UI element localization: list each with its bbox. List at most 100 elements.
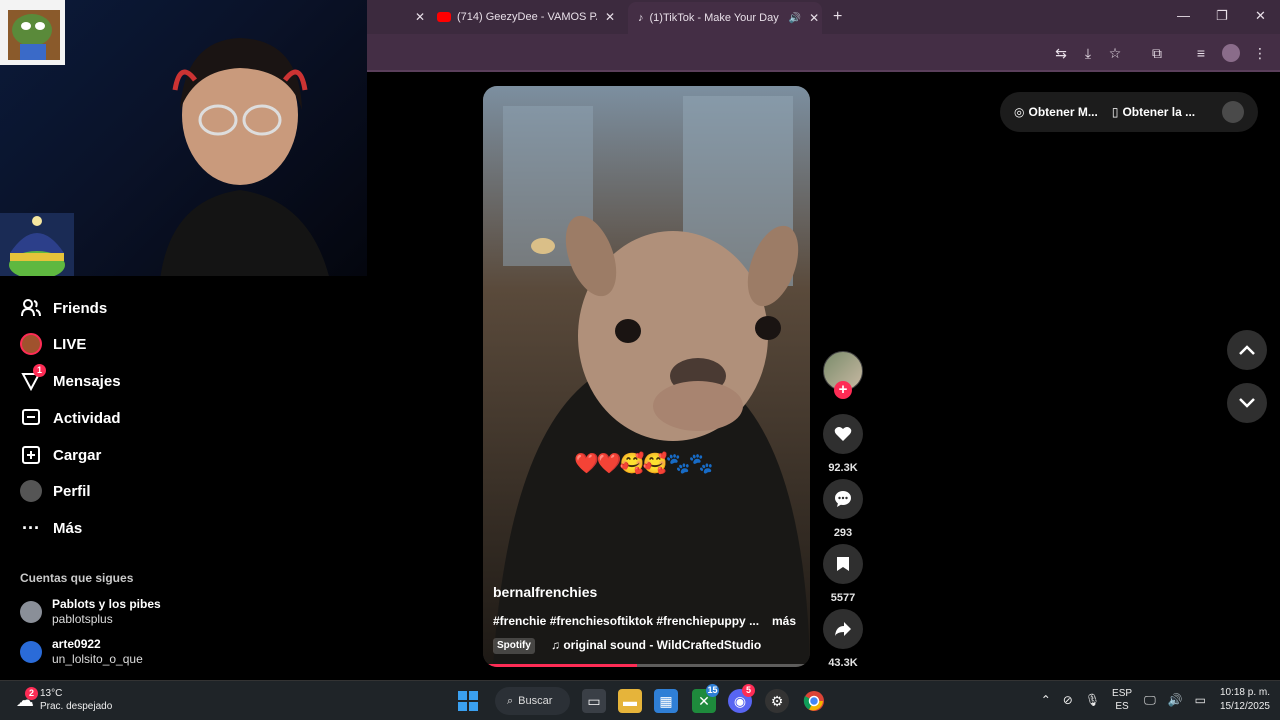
share-count: 43.3K bbox=[828, 657, 858, 669]
hidden-icon[interactable]: ⊘ bbox=[1063, 693, 1073, 707]
steam-icon[interactable]: ⚙ bbox=[765, 689, 789, 713]
volume-icon[interactable]: 🔊 bbox=[1168, 693, 1183, 707]
tab-title: (1)TikTok - Make Your Day bbox=[649, 12, 779, 24]
save-button[interactable]: 5577 bbox=[823, 544, 863, 604]
clock-date: 15/12/2025 bbox=[1219, 701, 1270, 712]
tiktok-sidebar: Friends LIVE 1 Mensajes Actividad Cargar… bbox=[0, 287, 190, 680]
account-handle: un_lolsito_o_que bbox=[52, 652, 143, 666]
next-video-button[interactable] bbox=[1227, 383, 1267, 423]
follow-button[interactable]: + bbox=[834, 381, 852, 399]
sidebar-item-activity[interactable]: Actividad bbox=[20, 407, 121, 429]
video-frame bbox=[483, 86, 810, 667]
microphone-icon[interactable]: 🎙 bbox=[1085, 693, 1100, 707]
pepe-emote-top bbox=[0, 0, 65, 65]
upload-icon bbox=[20, 444, 42, 466]
speaker-icon[interactable]: 🔊 bbox=[789, 13, 801, 24]
clock-time: 10:18 p. m. bbox=[1219, 687, 1270, 698]
translate-icon[interactable]: ⇆ bbox=[1052, 44, 1070, 62]
get-coins-button[interactable]: ◎ Obtener M... bbox=[1014, 105, 1098, 119]
sidebar-item-label: Mensajes bbox=[53, 372, 121, 390]
start-button[interactable] bbox=[456, 689, 480, 713]
battery-icon[interactable]: ▭ bbox=[1195, 693, 1206, 707]
live-icon bbox=[20, 333, 42, 355]
tab-close-icon[interactable]: ✕ bbox=[605, 10, 615, 24]
more-icon: ··· bbox=[22, 517, 40, 538]
youtube-icon bbox=[437, 12, 451, 22]
chevron-up-icon bbox=[1239, 345, 1255, 355]
install-app-icon[interactable]: ⤓ bbox=[1079, 44, 1097, 62]
messages-badge: 1 bbox=[33, 364, 46, 377]
video-progress-bar[interactable] bbox=[483, 664, 810, 667]
weather-temp: 13°C bbox=[40, 688, 63, 699]
weather-description: Prac. despejado bbox=[40, 701, 113, 712]
language-indicator[interactable]: ESP ES bbox=[1112, 687, 1132, 713]
tab-tiktok[interactable]: ♪ (1)TikTok - Make Your Day 🔊 ✕ bbox=[628, 2, 822, 34]
sidebar-item-label: Actividad bbox=[53, 409, 121, 427]
restore-button[interactable]: ❐ bbox=[1216, 8, 1228, 24]
store-icon[interactable]: ▦ bbox=[654, 689, 678, 713]
video-description: #frenchie #frenchiesoftiktok #frenchiepu… bbox=[493, 614, 760, 628]
video-player[interactable]: ❤️❤️🥰🥰🐾🐾 bernalfrenchies #frenchie #fren… bbox=[483, 86, 810, 667]
sidebar-item-profile[interactable]: Perfil bbox=[20, 480, 91, 502]
media-control-icon[interactable]: ≡ bbox=[1192, 44, 1210, 62]
windows-taskbar: ☁ 2 13°C Prac. despejado ⌕ Buscar ▭ ▬ ▦ ✕… bbox=[0, 680, 1280, 720]
chevron-up-icon[interactable]: ⌃ bbox=[1041, 693, 1051, 707]
tab-close-icon[interactable]: ✕ bbox=[809, 11, 819, 25]
language-top: ESP bbox=[1112, 688, 1133, 699]
sidebar-item-label: Más bbox=[53, 519, 83, 537]
avatar bbox=[20, 601, 42, 623]
weather-widget[interactable]: ☁ 2 13°C Prac. despejado bbox=[16, 686, 113, 713]
get-app-button[interactable]: ▯ Obtener la ... bbox=[1112, 105, 1195, 119]
chevron-down-icon bbox=[1239, 398, 1255, 408]
music-title[interactable]: ♫ original sound - WildCraftedStudio bbox=[551, 638, 761, 652]
close-window-button[interactable]: ✕ bbox=[1255, 8, 1266, 24]
description-more-link[interactable]: más bbox=[772, 614, 796, 628]
sidebar-item-live[interactable]: LIVE bbox=[20, 333, 86, 355]
following-account[interactable]: Pablots y los pibes pablotsplus bbox=[20, 597, 161, 627]
spotify-badge[interactable]: Spotify bbox=[493, 638, 535, 654]
sidebar-item-upload[interactable]: Cargar bbox=[20, 444, 101, 466]
windows-icon bbox=[458, 691, 478, 711]
phone-icon: ▯ bbox=[1111, 105, 1119, 119]
menu-kebab-icon[interactable]: ⋮ bbox=[1251, 44, 1269, 62]
like-button[interactable]: 92.3K bbox=[823, 414, 863, 474]
sidebar-item-more[interactable]: ··· Más bbox=[20, 517, 82, 539]
previous-video-button[interactable] bbox=[1227, 330, 1267, 370]
video-author[interactable]: bernalfrenchies bbox=[493, 584, 597, 600]
network-icon[interactable]: 🖵 bbox=[1144, 693, 1156, 707]
sidebar-item-messages[interactable]: 1 Mensajes bbox=[20, 364, 121, 392]
user-avatar[interactable] bbox=[1222, 101, 1244, 123]
new-tab-button[interactable]: + bbox=[833, 5, 842, 29]
sidebar-item-label: Perfil bbox=[53, 482, 91, 500]
weather-cloud-icon: ☁ 2 bbox=[16, 686, 38, 711]
video-progress-fill bbox=[483, 664, 637, 667]
sidebar-item-label: Cargar bbox=[53, 446, 102, 464]
task-view-icon[interactable]: ▭ bbox=[582, 689, 606, 713]
minimize-button[interactable]: — bbox=[1177, 8, 1190, 23]
avatar bbox=[20, 641, 42, 663]
file-explorer-icon[interactable]: ▬ bbox=[618, 689, 642, 713]
tab-youtube[interactable]: (714) GeezyDee - VAMOS PA BI ✕ bbox=[437, 5, 622, 29]
comment-button[interactable]: 293 bbox=[823, 479, 863, 539]
comment-icon bbox=[823, 479, 863, 519]
language-bottom: ES bbox=[1115, 701, 1129, 712]
clock[interactable]: 10:18 p. m. 15/12/2025 bbox=[1220, 686, 1270, 714]
xbox-badge: 15 bbox=[706, 684, 719, 697]
xbox-icon[interactable]: ✕ 15 bbox=[692, 684, 719, 713]
tab-title: (714) GeezyDee - VAMOS PA BI bbox=[457, 11, 597, 23]
tab-close-previous[interactable]: ✕ bbox=[407, 5, 425, 29]
bookmark-star-icon[interactable]: ☆ bbox=[1106, 44, 1124, 62]
taskbar-search[interactable]: ⌕ Buscar bbox=[495, 687, 570, 715]
discord-badge: 5 bbox=[742, 684, 755, 697]
chrome-icon[interactable] bbox=[802, 689, 826, 713]
share-button[interactable]: 43.3K bbox=[823, 609, 863, 669]
extensions-icon[interactable]: ⧉ bbox=[1148, 44, 1166, 62]
sidebar-item-friends[interactable]: Friends bbox=[20, 297, 107, 319]
profile-avatar-icon[interactable] bbox=[1222, 44, 1240, 62]
webcam-overlay bbox=[0, 0, 367, 276]
search-icon: ⌕ bbox=[507, 694, 514, 707]
browser-tab-bar: ✕ (714) GeezyDee - VAMOS PA BI ✕ ♪ (1)Ti… bbox=[367, 0, 1280, 34]
following-account[interactable]: arte0922 un_lolsito_o_que bbox=[20, 637, 143, 667]
discord-icon[interactable]: ◉ 5 bbox=[728, 684, 755, 713]
heart-icon bbox=[823, 414, 863, 454]
